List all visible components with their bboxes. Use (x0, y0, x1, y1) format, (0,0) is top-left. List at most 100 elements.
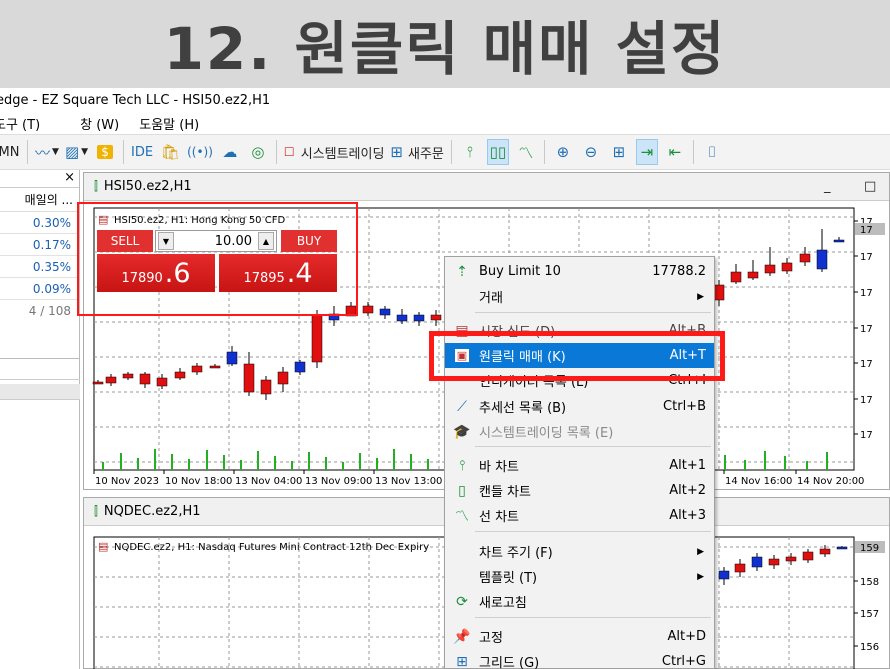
context-menu-shortcut: Alt+1 (669, 458, 706, 473)
context-menu-item[interactable]: 🎓 시스템트레이딩 목록 (E) (445, 419, 714, 444)
zoom-in-button[interactable]: ⊕ (552, 139, 574, 165)
context-menu-item[interactable]: 〽 선 차트 Alt+3 (445, 503, 714, 528)
line-chart-button[interactable]: 〽 (515, 139, 537, 165)
context-menu-item[interactable]: ⟋ 추세선 목록 (B) Ctrl+B (445, 394, 714, 419)
autoscroll-icon: ⇥ (640, 143, 654, 161)
candle-body (833, 239, 845, 243)
vps-button[interactable]: ◎ (247, 139, 269, 165)
signal-button[interactable]: ((•)) (187, 139, 213, 165)
bid-price-label: 17 (860, 225, 873, 236)
context-menu-item-label: 바 차트 (479, 460, 520, 475)
candle-chart-button[interactable]: ▯▯ (486, 139, 509, 165)
menu-help[interactable]: 도움말 (H) (139, 114, 199, 133)
chart-context-menu: ⇡ Buy Limit 10 17788.2 거래 ▶ ▤ 시장 심도 (D) Alt+B ▣ 원… (444, 256, 715, 669)
cloud-button[interactable]: ☁ (219, 139, 241, 165)
tile-windows-icon: ⊞ (612, 143, 626, 161)
candle-body (713, 284, 725, 301)
context-menu-item[interactable]: ▯ 캔들 차트 Alt+2 (445, 478, 714, 503)
close-icon[interactable]: × (64, 170, 75, 185)
list-item[interactable]: 0.17% (0, 234, 79, 256)
context-menu-item-label: 캔들 차트 (479, 485, 531, 500)
candle-chart-icon: ⫿ (94, 504, 98, 518)
bid-price-label: 159 (860, 543, 879, 554)
context-menu-item[interactable]: 차트 주기 (F) ▶ (445, 539, 714, 564)
list-item[interactable]: 0.35% (0, 256, 79, 278)
volume-bar (427, 459, 429, 470)
new-order-button[interactable]: ⊞ 새주문 (390, 139, 443, 165)
volume-bar (120, 453, 122, 470)
volume-bar (410, 454, 412, 470)
candle-body (156, 377, 168, 387)
market-watch-header: × (0, 170, 79, 188)
context-menu-item[interactable]: ⫯ 바 차트 Alt+1 (445, 453, 714, 478)
zoom-out-button[interactable]: ⊖ (580, 139, 602, 165)
candle-body (277, 371, 289, 385)
candle-body (730, 271, 742, 283)
candle-body (139, 373, 151, 385)
context-menu-shortcut: Alt+3 (669, 508, 706, 523)
chart-window-title: NQDEC.ez2,H1 (103, 504, 201, 519)
bar-chart-icon: ⫯ (466, 143, 474, 161)
context-menu-shortcut: 17788.2 (652, 264, 706, 279)
context-menu-item-label: 추세선 목록 (B) (479, 401, 567, 416)
context-menu-item[interactable]: 거래 ▶ (445, 284, 714, 309)
vps-icon: ◎ (251, 143, 265, 161)
daily-change-column-header[interactable]: 매일의 ... (0, 188, 79, 212)
candle-body (209, 365, 221, 369)
systrade-button[interactable]: ☐ 시스템트레이딩 (284, 139, 385, 165)
volume-bar (171, 454, 173, 470)
context-menu-item[interactable]: ⇡ Buy Limit 10 17788.2 (445, 259, 714, 284)
menu-window[interactable]: 창 (W) (80, 114, 119, 133)
toolbar: MN 〰 ▼ ▨ ▼ $ IDE 🛍 ((•)) ☁ ◎ ☐ 시스템트레이딩 ⊞ 새주문… (0, 134, 890, 170)
market-watch-panel: × 매일의 ... 0.30% 0.17% 0.35% 0.09% 4 / 10… (0, 170, 80, 669)
menu-tools[interactable]: 도구 (T) (0, 114, 40, 133)
context-menu-shortcut: Ctrl+B (663, 399, 706, 414)
list-item[interactable]: 0.30% (0, 212, 79, 234)
context-menu-item[interactable]: 📌 고정 Alt+D (445, 624, 714, 649)
trendline-icon: ⟋ (457, 398, 467, 415)
candle-body (734, 563, 746, 573)
autoscroll-button[interactable]: ⇥ (635, 139, 658, 165)
toolbar-separator (275, 140, 277, 164)
buy-limit-icon: ⇡ (456, 263, 468, 280)
tile-button[interactable]: ⊞ (608, 139, 630, 165)
ide-button[interactable]: IDE (131, 139, 153, 165)
volume-bar (223, 455, 225, 470)
new-order-icon: ⊞ (390, 143, 403, 161)
navigator-toolbar (0, 384, 80, 400)
context-menu-item[interactable]: ⟳ 새로고침 (445, 589, 714, 614)
shopping-bag-icon: 🛍 (160, 143, 180, 161)
context-menu-item-label: 시스템트레이딩 목록 (E) (479, 426, 614, 441)
candle-body (174, 371, 186, 379)
bar-chart-button[interactable]: ⫯ (459, 139, 481, 165)
timeframe-mn-button[interactable]: MN (0, 139, 20, 165)
screenshot-button[interactable]: ⌷ (701, 139, 723, 165)
candle-body (226, 351, 238, 365)
chart-shift-button[interactable]: ⇤ (664, 139, 686, 165)
window-title-bar: edge - EZ Square Tech LLC - HSI50.ez2,H1 (0, 88, 890, 112)
line-study-button[interactable]: 〰 ▼ (35, 139, 59, 165)
context-menu-item[interactable]: ⊞ 그리드 (G) Ctrl+G (445, 649, 714, 669)
toolbar-separator (450, 140, 452, 164)
volume-bar (393, 449, 395, 470)
chart-type-button[interactable]: ▨ ▼ (65, 139, 88, 165)
toolbar-separator (543, 140, 545, 164)
chart-window-title-bar[interactable]: ⫿ HSI50.ez2,H1 _ □ (84, 173, 889, 201)
menu-separator (475, 531, 711, 532)
volume-bar (154, 449, 156, 470)
minimize-icon[interactable]: _ (824, 179, 831, 194)
volume-bar (325, 457, 327, 470)
shop-button[interactable]: 🛍 (159, 139, 181, 165)
submenu-arrow-icon: ▶ (697, 291, 704, 302)
dollar-button[interactable]: $ (94, 139, 116, 165)
candle-body (430, 314, 442, 321)
price-label: 17 (860, 395, 873, 406)
trade-panel-icon: ▤ (98, 540, 108, 553)
zoom-in-icon: ⊕ (556, 143, 570, 161)
maximize-icon[interactable]: □ (864, 179, 876, 194)
candle-body (751, 556, 763, 568)
list-item[interactable]: 0.09% (0, 278, 79, 300)
context-menu-item[interactable]: 템플릿 (T) ▶ (445, 564, 714, 589)
candle-chart-icon: ▯▯ (489, 143, 507, 161)
refresh-icon: ⟳ (456, 593, 468, 610)
